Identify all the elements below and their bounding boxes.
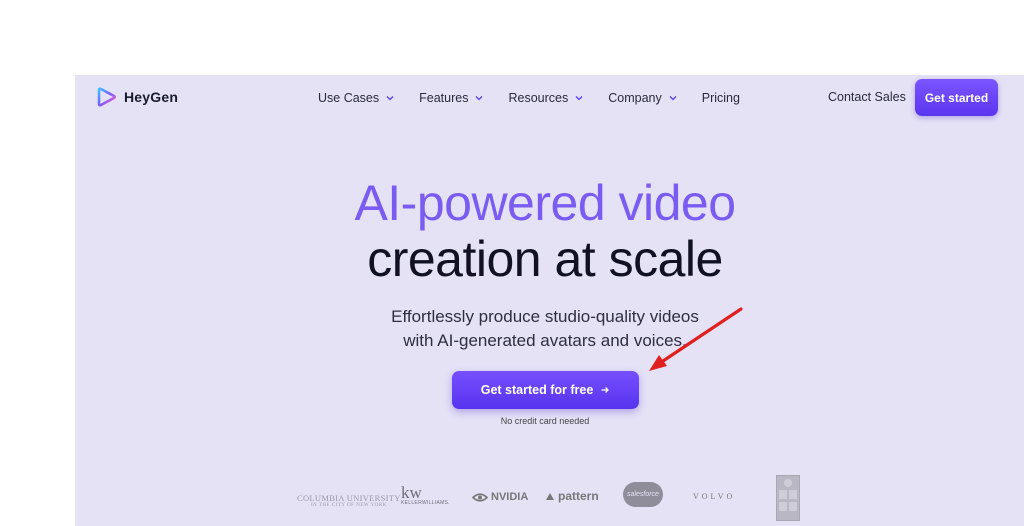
customer-logos: COLUMBIA UNIVERSITY IN THE CITY OF NEW Y… bbox=[75, 473, 1024, 523]
nav-label: Resources bbox=[508, 91, 569, 105]
columbia-logo: COLUMBIA UNIVERSITY IN THE CITY OF NEW Y… bbox=[297, 493, 401, 508]
pattern-logo: pattern bbox=[545, 489, 599, 503]
nav-label: Use Cases bbox=[318, 91, 380, 105]
salesforce-logo: salesforce bbox=[623, 482, 663, 507]
hero-title-line2: creation at scale bbox=[367, 231, 723, 287]
nvidia-eye-icon bbox=[472, 492, 488, 502]
pattern-mark-icon bbox=[546, 492, 554, 500]
nvidia-logo: NVIDIA bbox=[472, 491, 528, 503]
hero-subtitle-line2: with AI-generated avatars and voices. bbox=[403, 331, 687, 350]
page-background: HeyGen Use Cases Features Resources Comp… bbox=[75, 75, 1024, 526]
volvo-logo: VOLVO bbox=[693, 492, 736, 501]
heygen-logo-icon bbox=[97, 87, 117, 107]
nav-resources[interactable]: Resources bbox=[508, 91, 584, 105]
contact-sales-link[interactable]: Contact Sales bbox=[828, 90, 906, 104]
hero-subtitle-line1: Effortlessly produce studio-quality vide… bbox=[391, 307, 699, 326]
chevron-down-icon bbox=[668, 93, 678, 103]
columbia-logo-subtext: IN THE CITY OF NEW YORK bbox=[310, 503, 387, 508]
nav-label: Pricing bbox=[701, 91, 740, 105]
nav-pricing[interactable]: Pricing bbox=[702, 91, 740, 105]
kw-logo: kw KELLERWILLIAMS. bbox=[401, 483, 450, 506]
brand-name: HeyGen bbox=[124, 89, 179, 105]
nav-use-cases[interactable]: Use Cases bbox=[318, 91, 395, 105]
nav-company[interactable]: Company bbox=[608, 91, 678, 105]
brand-logo[interactable]: HeyGen bbox=[97, 87, 178, 107]
arrow-right-icon bbox=[601, 387, 610, 393]
chevron-down-icon bbox=[574, 93, 584, 103]
get-started-free-button[interactable]: Get started for free bbox=[452, 371, 639, 409]
chevron-down-icon bbox=[474, 93, 484, 103]
no-credit-card-note: No credit card needed bbox=[500, 416, 590, 426]
nav-label: Features bbox=[419, 91, 469, 105]
red-annotation-arrow-icon bbox=[649, 307, 743, 371]
cta-label: Get started for free bbox=[480, 383, 594, 397]
nav-label: Company bbox=[608, 91, 662, 105]
kw-logo-subtext: KELLERWILLIAMS. bbox=[401, 500, 450, 506]
nav-features[interactable]: Features bbox=[419, 91, 484, 105]
main-nav: Use Cases Features Resources Company Pri… bbox=[318, 90, 764, 106]
hero-title-line1: AI-powered video bbox=[354, 175, 736, 231]
pattern-logo-text: pattern bbox=[558, 489, 599, 503]
nvidia-logo-text: NVIDIA bbox=[491, 491, 529, 503]
get-started-button[interactable]: Get started bbox=[915, 79, 998, 116]
chevron-down-icon bbox=[385, 93, 395, 103]
undp-logo-icon bbox=[776, 475, 800, 521]
columbia-logo-text: COLUMBIA UNIVERSITY bbox=[297, 493, 401, 503]
